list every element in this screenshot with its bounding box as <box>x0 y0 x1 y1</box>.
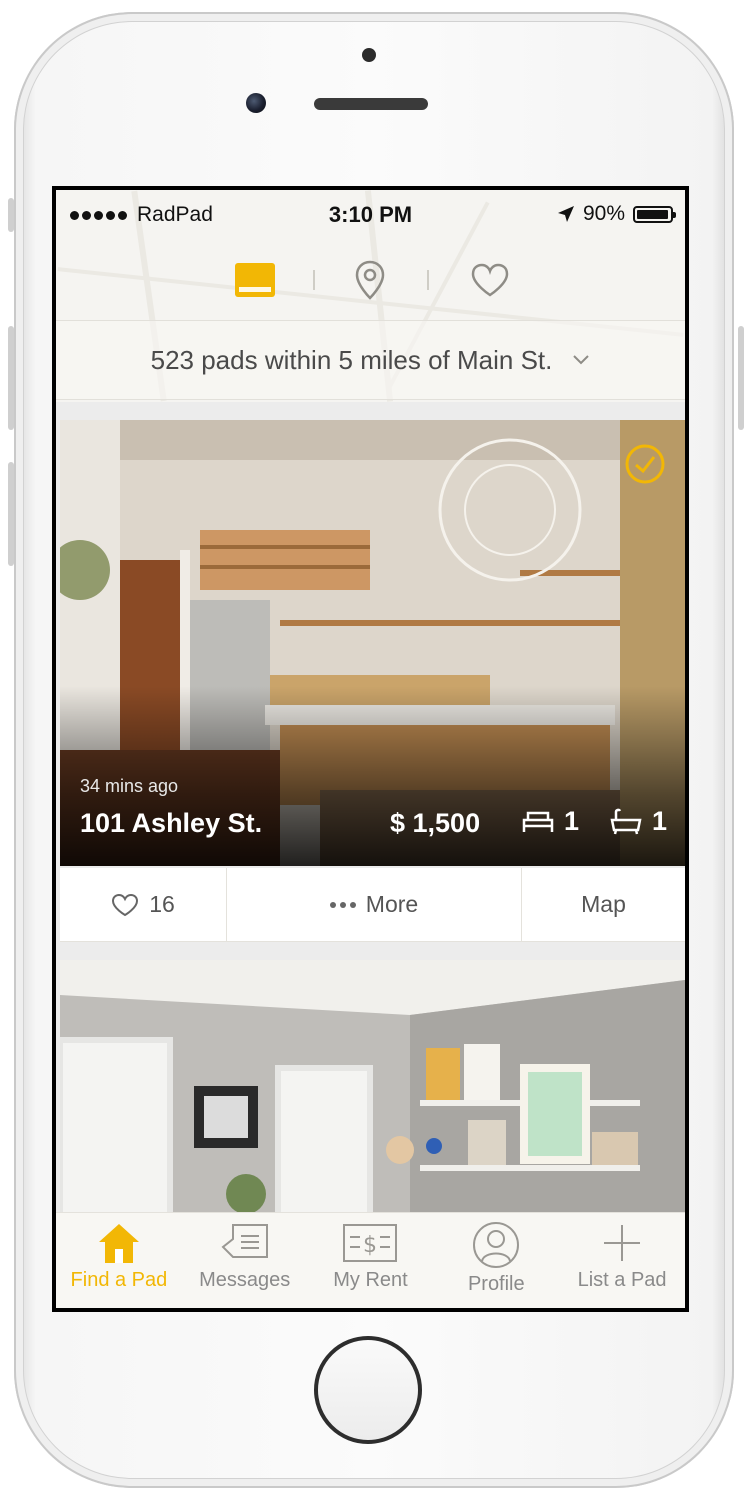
listing-card[interactable] <box>60 960 685 1220</box>
tab-label: Find a Pad <box>70 1269 168 1291</box>
view-switcher <box>56 250 685 310</box>
tab-label: My Rent <box>333 1269 408 1291</box>
listing-card[interactable]: 34 mins ago 101 Ashley St. $ 1,500 1 1 <box>60 420 685 866</box>
svg-text:$: $ <box>363 1233 377 1258</box>
like-count: 16 <box>149 891 175 917</box>
earpiece-speaker <box>314 98 428 110</box>
card-view-icon <box>235 263 275 297</box>
beds-spec: 1 <box>522 806 579 837</box>
house-icon <box>98 1224 139 1263</box>
volume-up-button <box>8 326 14 430</box>
map-view-tab[interactable] <box>340 250 400 310</box>
front-camera <box>246 93 266 113</box>
beds-count: 1 <box>564 806 580 836</box>
like-button[interactable]: 16 <box>60 868 227 941</box>
search-filter-bar[interactable]: 523 pads within 5 miles of Main St. <box>56 320 685 400</box>
battery-icon <box>633 205 676 223</box>
results-summary: 523 pads within 5 miles of Main St. <box>150 344 553 375</box>
volume-down-button <box>8 462 14 566</box>
tab-messages[interactable]: Messages <box>182 1213 308 1308</box>
card-view-tab[interactable] <box>225 250 285 310</box>
power-button <box>738 326 744 430</box>
home-button[interactable] <box>314 1336 422 1444</box>
mute-switch <box>8 198 14 232</box>
check-circle-icon <box>625 444 665 484</box>
baths-spec: 1 <box>610 806 667 837</box>
listing-info: 34 mins ago 101 Ashley St. $ 1,500 1 1 <box>60 766 685 866</box>
divider <box>427 270 429 290</box>
map-button[interactable]: Map <box>522 868 685 941</box>
divider <box>313 270 315 290</box>
app-viewport: RadPad 3:10 PM 90% 523 pads within 5 mil… <box>56 190 685 1308</box>
bed-icon <box>522 811 554 832</box>
location-arrow-icon <box>557 206 574 222</box>
tab-label: List a Pad <box>577 1269 667 1291</box>
tab-bar: Find a Pad Messages $ My Rent Profile Li… <box>56 1212 685 1308</box>
tab-list-a-pad[interactable]: List a Pad <box>559 1213 685 1308</box>
listing-address: 101 Ashley St. <box>80 808 263 838</box>
bathtub-icon <box>610 808 642 834</box>
status-right: 90% <box>557 202 676 226</box>
listing-price: $ 1,500 <box>390 808 481 838</box>
heart-icon <box>471 263 509 297</box>
favorites-tab[interactable] <box>460 250 520 310</box>
posted-time: 34 mins ago <box>80 776 179 796</box>
baths-count: 1 <box>652 806 668 836</box>
dollar-bill-icon: $ <box>343 1224 398 1262</box>
chevron-down-icon <box>573 355 590 365</box>
sensor <box>362 48 376 62</box>
listing-actions: 16 More Map <box>60 868 685 942</box>
listing-photo <box>60 960 685 1220</box>
tab-label: Profile <box>467 1273 525 1295</box>
screen: RadPad 3:10 PM 90% 523 pads within 5 mil… <box>52 186 689 1312</box>
status-bar: RadPad 3:10 PM 90% <box>56 190 685 240</box>
plus-icon <box>604 1225 641 1261</box>
map-label: Map <box>581 891 626 917</box>
battery-percent: 90% <box>582 202 625 225</box>
heart-icon <box>112 893 139 916</box>
ellipsis-icon <box>329 901 356 908</box>
person-icon <box>473 1222 520 1268</box>
tab-label: Messages <box>199 1269 291 1291</box>
more-label: More <box>365 891 419 917</box>
header: RadPad 3:10 PM 90% 523 pads within 5 mil… <box>56 190 685 402</box>
map-pin-icon <box>355 260 385 300</box>
message-bubble-icon <box>221 1224 268 1258</box>
tab-profile[interactable]: Profile <box>433 1213 559 1308</box>
tab-find-a-pad[interactable]: Find a Pad <box>56 1213 182 1308</box>
more-button[interactable]: More <box>227 868 522 941</box>
tab-my-rent[interactable]: $ My Rent <box>308 1213 434 1308</box>
